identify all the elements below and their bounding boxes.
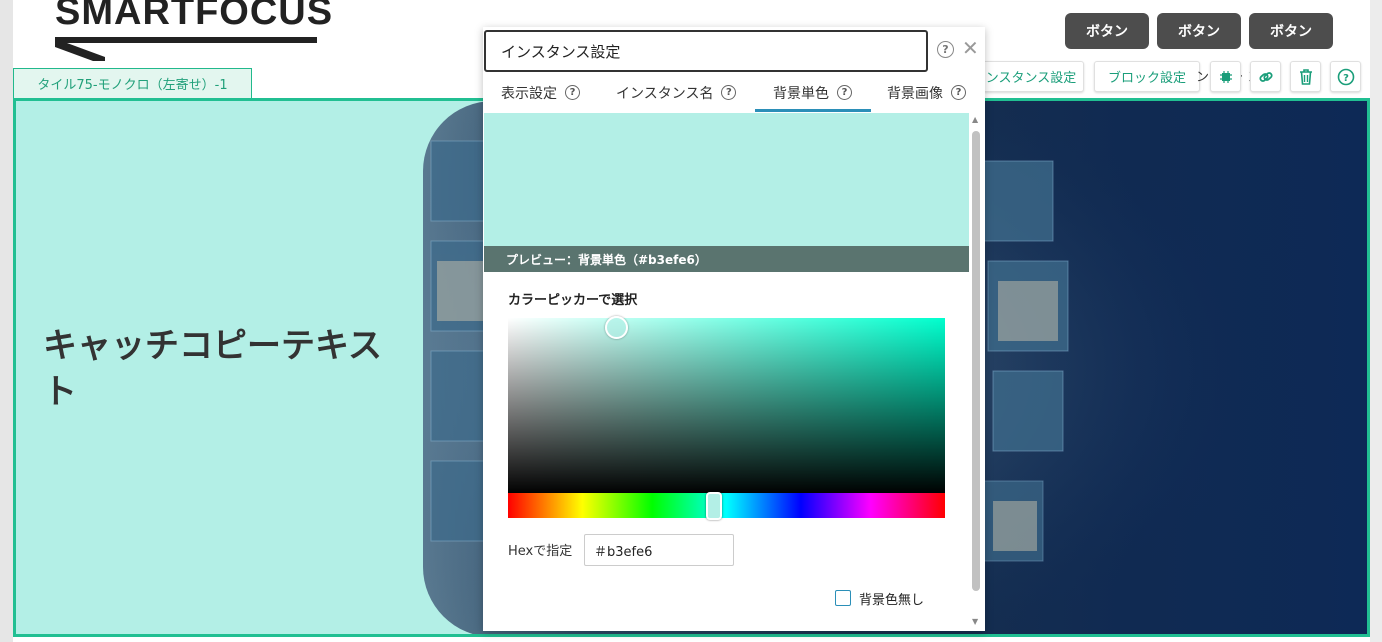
tab-label: 背景単色 (773, 85, 829, 102)
logo: SMARTFOCUS (55, 0, 334, 33)
preview-caption: プレビュー：背景単色（#b3efe6） (484, 246, 969, 272)
tab-label: 表示設定 (501, 85, 557, 102)
close-icon[interactable]: ✕ (962, 36, 979, 60)
help-icon[interactable]: ? (1330, 61, 1361, 92)
link-icon[interactable] (1250, 61, 1281, 92)
instance-settings-panel: インスタンス設定 ? ✕ 表示設定? インスタンス名? 背景単色? 背景画像? … (483, 27, 985, 631)
picker-title: カラーピッカーで選択 (508, 293, 638, 308)
tab-label: インスタンス名 (616, 85, 714, 102)
hue-slider-handle[interactable] (706, 492, 722, 520)
no-background-label[interactable]: 背景色無し (859, 589, 924, 608)
tab-background-image[interactable]: 背景画像? (887, 73, 966, 112)
trash-icon[interactable] (1290, 61, 1321, 92)
catch-copy-text: キャッチコピーテキスト (43, 326, 382, 412)
hex-input[interactable]: ＃b3efe6 (584, 534, 734, 566)
scroll-down-icon[interactable]: ▼ (972, 617, 978, 626)
tile-label[interactable]: タイル75-モノクロ（左寄せ）-1 (13, 68, 252, 98)
header-button-2[interactable]: ボタン (1157, 13, 1241, 49)
header-button-1[interactable]: ボタン (1065, 13, 1149, 49)
tab-display-settings[interactable]: 表示設定? (501, 73, 580, 112)
tab-background-color[interactable]: 背景単色? (773, 73, 852, 112)
hue-slider[interactable] (508, 493, 945, 518)
panel-help-icon[interactable]: ? (937, 41, 954, 58)
help-icon[interactable]: ? (951, 85, 966, 100)
help-icon[interactable]: ? (837, 85, 852, 100)
help-icon[interactable]: ? (565, 85, 580, 100)
saturation-value-handle[interactable] (605, 316, 628, 339)
hex-label: Hexで指定 (508, 544, 573, 559)
page-frame-right (1370, 0, 1382, 642)
logo-mark-icon (55, 43, 105, 61)
scroll-up-icon[interactable]: ▲ (972, 115, 978, 124)
panel-title: インスタンス設定 (484, 30, 928, 72)
scrollbar-thumb[interactable] (972, 131, 980, 591)
svg-text:?: ? (1343, 73, 1349, 84)
instance-settings-button[interactable]: ンスタンス設定 (978, 61, 1084, 92)
tab-label: 背景画像 (887, 85, 943, 102)
page-frame-left (0, 0, 13, 642)
active-tab-indicator (755, 109, 871, 112)
chip-icon[interactable] (1210, 61, 1241, 92)
header-button-3[interactable]: ボタン (1249, 13, 1333, 49)
help-icon[interactable]: ? (721, 85, 737, 100)
saturation-value-area[interactable] (508, 318, 945, 494)
block-settings-button[interactable]: ブロック設定 (1094, 61, 1200, 92)
panel-tabs: 表示設定? インスタンス名? 背景単色? 背景画像? (483, 73, 983, 112)
no-background-checkbox[interactable] (835, 590, 851, 606)
tab-instance-name[interactable]: インスタンス名? (616, 73, 737, 112)
